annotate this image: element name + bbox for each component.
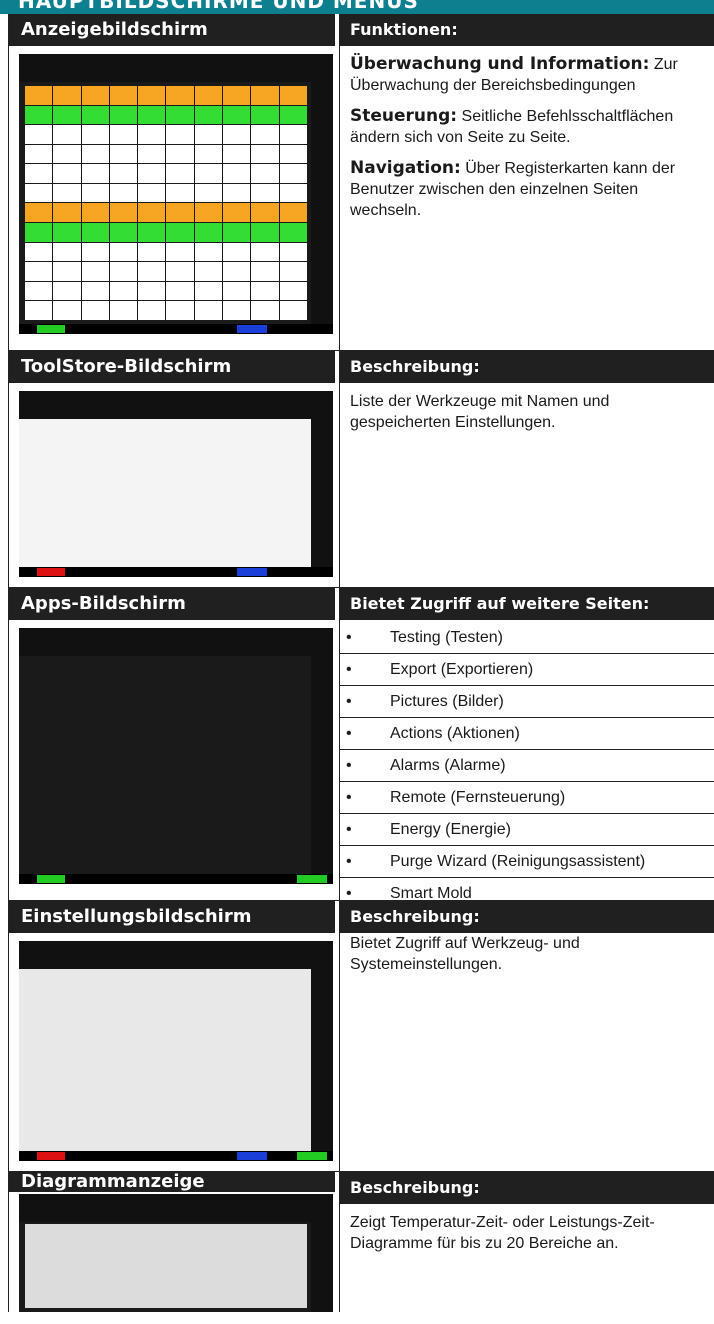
left-cell: Einstellungsbildschirm xyxy=(9,901,340,1171)
side-panel xyxy=(311,628,333,884)
row-title: Einstellungsbildschirm xyxy=(9,901,335,933)
row-settings-screen: Einstellungsbildschirm Beschreibung: Bie… xyxy=(9,901,714,1172)
screens-table: Anzeigebildschirm Funktionen: Überwachun… xyxy=(8,14,714,1312)
row-heading: Beschreibung: xyxy=(340,351,714,383)
left-cell: ToolStore-Bildschirm xyxy=(9,351,340,587)
status-bar xyxy=(19,567,333,577)
toolbar xyxy=(19,1194,333,1222)
toolstore-description: Liste der Werkzeuge mit Namen und gespei… xyxy=(350,393,610,431)
graph-description: Zeigt Temperatur-Zeit- oder Leistungs-Ze… xyxy=(350,1214,655,1252)
list-item: • Purge Wizard (Reinigungsassistent) xyxy=(340,846,714,878)
settings-description: Bietet Zugriff auf Werkzeug- und Systeme… xyxy=(350,935,580,973)
toolstore-screenshot xyxy=(19,391,333,577)
toolbar xyxy=(19,628,333,656)
list-item: • Alarms (Alarme) xyxy=(340,750,714,782)
list-item: • Remote (Fernsteuerung) xyxy=(340,782,714,814)
status-bar xyxy=(19,874,333,884)
row-display-screen: Anzeigebildschirm Funktionen: Überwachun… xyxy=(9,14,714,351)
toolbar xyxy=(19,391,333,419)
function-navigation: Navigation: Über Registerkarten kann der… xyxy=(350,158,676,219)
banner-title: HAUPTBILDSCHIRME UND MENÜS xyxy=(18,0,419,13)
function-monitoring: Überwachung und Information: Zur Überwac… xyxy=(350,54,678,94)
list-item: • Testing (Testen) xyxy=(340,622,714,654)
row-toolstore-screen: ToolStore-Bildschirm Beschreibung: Liste… xyxy=(9,351,714,588)
list-item: • Export (Exportieren) xyxy=(340,654,714,686)
list-item: • Pictures (Bilder) xyxy=(340,686,714,718)
page-banner: HAUPTBILDSCHIRME UND MENÜS xyxy=(0,0,714,14)
left-cell: Apps-Bildschirm xyxy=(9,588,340,900)
row-title: ToolStore-Bildschirm xyxy=(9,351,335,383)
right-cell: Bietet Zugriff auf weitere Seiten: • Test… xyxy=(340,588,714,902)
list-item: • Actions (Aktionen) xyxy=(340,718,714,750)
right-cell: Beschreibung: Liste der Werkzeuge mit Na… xyxy=(340,351,714,587)
settings-screenshot xyxy=(19,941,333,1161)
right-cell: Beschreibung: Zeigt Temperatur-Zeit- ode… xyxy=(340,1172,714,1312)
row-heading: Funktionen: xyxy=(340,14,714,46)
status-bar xyxy=(19,324,333,334)
row-graph-screen: Diagrammanzeige Beschreibung: Zeigt Temp… xyxy=(9,1172,714,1312)
toolbar xyxy=(19,941,333,969)
row-title: Anzeigebildschirm xyxy=(9,14,335,46)
right-cell: Beschreibung: Bietet Zugriff auf Werkzeu… xyxy=(340,901,714,1171)
left-cell: Anzeigebildschirm xyxy=(9,14,340,350)
row-heading: Beschreibung: xyxy=(340,901,714,933)
row-title: Diagrammanzeige xyxy=(9,1172,335,1192)
graph-screenshot xyxy=(19,1194,333,1312)
apps-list: • Testing (Testen) • Export (Exportieren) … xyxy=(340,622,714,909)
right-cell: Funktionen: Überwachung und Information:… xyxy=(340,14,714,350)
row-apps-screen: Apps-Bildschirm Bietet Zugriff auf weite… xyxy=(9,588,714,902)
side-panel xyxy=(311,391,333,577)
apps-screenshot xyxy=(19,628,333,884)
list-item: • Energy (Energie) xyxy=(340,814,714,846)
side-panel xyxy=(311,941,333,1161)
row-heading: Beschreibung: xyxy=(340,1172,714,1204)
function-control: Steuerung: Seitliche Befehlsschaltfläche… xyxy=(350,106,674,146)
side-panel xyxy=(311,1194,333,1312)
side-panel xyxy=(311,54,333,334)
zone-grid xyxy=(25,86,307,320)
row-heading: Bietet Zugriff auf weitere Seiten: xyxy=(340,588,714,620)
display-screenshot xyxy=(19,54,333,334)
status-bar xyxy=(19,1151,333,1161)
left-cell: Diagrammanzeige xyxy=(9,1172,340,1312)
graph-area xyxy=(25,1224,307,1308)
toolbar xyxy=(19,54,333,82)
row-title: Apps-Bildschirm xyxy=(9,588,335,620)
